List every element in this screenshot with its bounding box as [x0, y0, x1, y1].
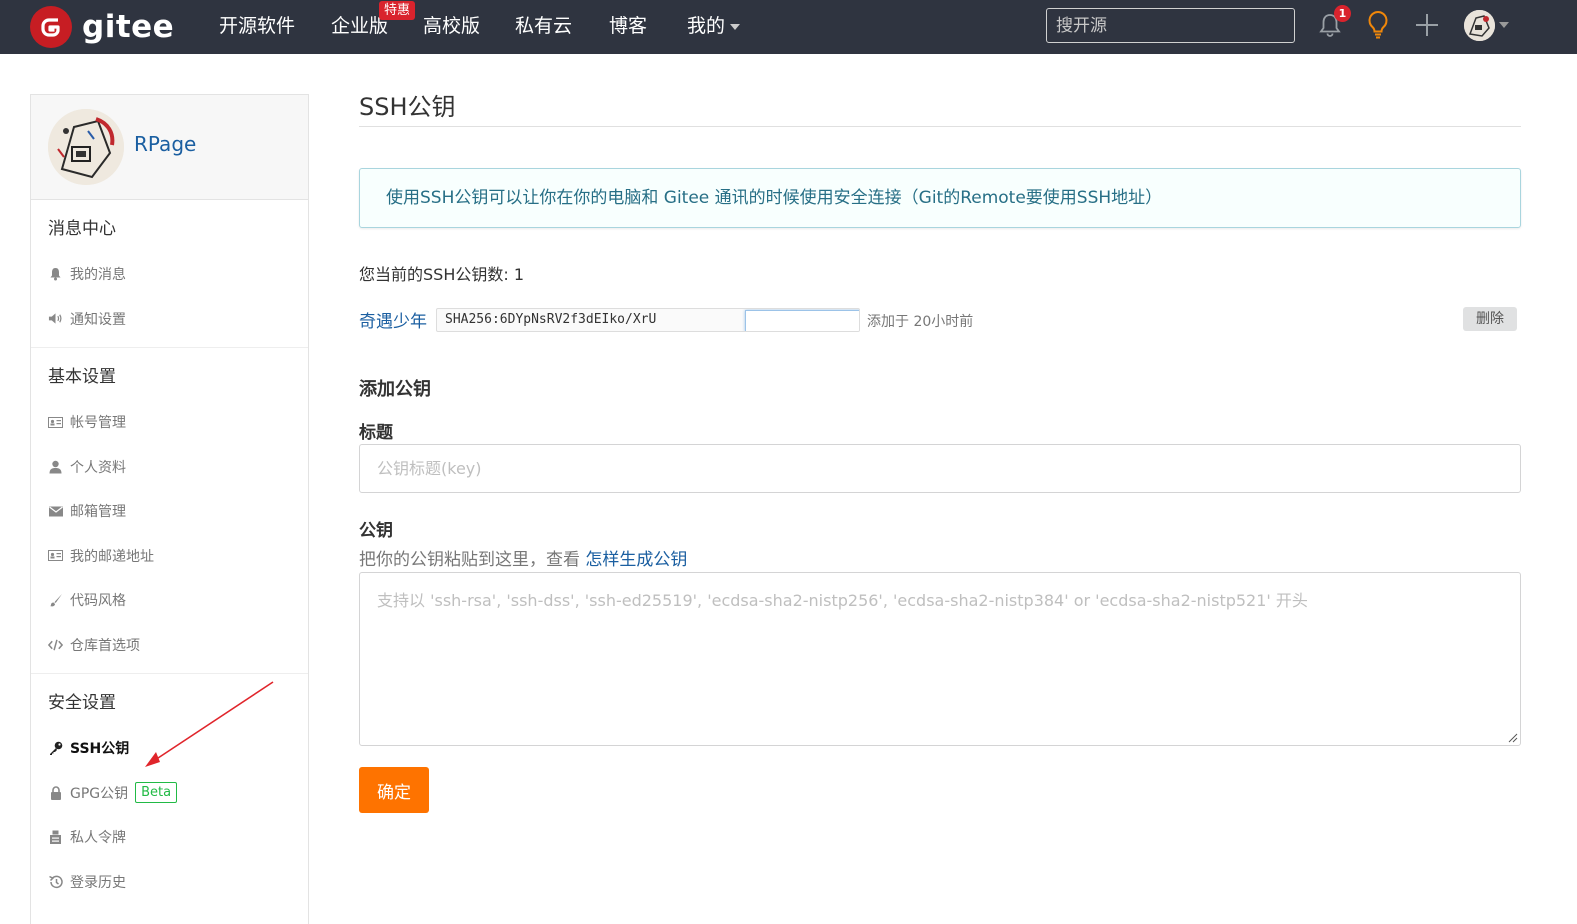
- sidebar-section-title: 安全设置: [48, 693, 116, 713]
- sidebar-item-label: 我的邮递地址: [70, 548, 154, 565]
- how-to-generate-key-link[interactable]: 怎样生成公钥: [585, 550, 687, 570]
- sidebar-item-mailing-address[interactable]: 我的邮递地址: [31, 534, 308, 579]
- key-field-label: 公钥: [359, 521, 393, 541]
- sidebar-item-ssh-keys[interactable]: SSH公钥: [31, 726, 308, 771]
- user-avatar[interactable]: [1464, 10, 1495, 41]
- sidebar-item-notification-settings[interactable]: 通知设置: [31, 297, 308, 342]
- nav-mine-label: 我的: [687, 15, 726, 37]
- sidebar-item-account[interactable]: 帐号管理: [31, 400, 308, 445]
- profile-avatar[interactable]: [48, 109, 124, 185]
- sidebar-item-gpg-keys[interactable]: GPG公钥 Beta: [31, 771, 308, 816]
- sidebar-item-label: 个人资料: [70, 459, 126, 476]
- ssh-info-message: 使用SSH公钥可以让你在你的电脑和 Gitee 通讯的时候使用安全连接（Git的…: [359, 168, 1521, 228]
- caret-down-icon: [730, 23, 741, 30]
- add-key-heading: 添加公钥: [359, 379, 431, 400]
- nav-private-cloud[interactable]: 私有云: [515, 14, 572, 38]
- hint-text: 把你的公钥粘贴到这里，查看: [359, 550, 586, 570]
- nav-blog[interactable]: 博客: [609, 14, 647, 38]
- sidebar-section-title: 消息中心: [48, 219, 116, 239]
- code-icon: [48, 637, 63, 652]
- sidebar-item-label: 我的消息: [70, 267, 126, 284]
- user-icon: [48, 459, 63, 474]
- key-icon: [48, 741, 63, 756]
- ssh-key-title[interactable]: 奇遇少年: [359, 307, 427, 332]
- lightbulb-icon[interactable]: [1366, 10, 1390, 40]
- sidebar-section-messages: 消息中心 我的消息 通知设置: [31, 200, 308, 348]
- ssh-key-row: 奇遇少年 SHA256:6DYpNsRV2f3dEIko/XrU 添加于 20小…: [359, 306, 1521, 334]
- sidebar-item-email[interactable]: 邮箱管理: [31, 489, 308, 534]
- caret-down-icon[interactable]: [1499, 22, 1509, 28]
- fingerprint-text: SHA256:6DYpNsRV2f3dEIko/XrU: [445, 312, 657, 327]
- sidebar-item-private-tokens[interactable]: 私人令牌: [31, 815, 308, 860]
- sidebar-section-security: 安全设置 SSH公钥 GPG公钥 Beta 私人令牌 登录历史: [31, 674, 308, 910]
- lock-icon: [48, 785, 63, 800]
- notification-count-badge: 1: [1334, 5, 1351, 22]
- sidebar-item-repo-preferences[interactable]: 仓库首选项: [31, 623, 308, 668]
- sidebar-item-login-history[interactable]: 登录历史: [31, 860, 308, 905]
- envelope-icon: [48, 504, 63, 519]
- sidebar-item-label: 通知设置: [70, 311, 126, 328]
- title-field-label: 标题: [359, 423, 393, 443]
- sidebar-item-label: GPG公钥: [70, 785, 129, 802]
- fingerprint-redaction: [745, 310, 859, 331]
- sidebar-section-basic: 基本设置 帐号管理 个人资料 邮箱管理 我的邮递地址 代码风格 仓库首选项: [31, 348, 308, 674]
- id-card-icon: [48, 415, 63, 430]
- sidebar-item-code-style[interactable]: 代码风格: [31, 578, 308, 623]
- ssh-key-fingerprint[interactable]: SHA256:6DYpNsRV2f3dEIko/XrU: [436, 308, 860, 332]
- sidebar-item-profile[interactable]: 个人资料: [31, 445, 308, 490]
- search-input[interactable]: [1046, 8, 1295, 43]
- gitee-logo-icon: [30, 6, 72, 48]
- delete-key-button[interactable]: 删除: [1463, 307, 1517, 331]
- nav-open-source[interactable]: 开源软件: [219, 14, 295, 38]
- key-field-hint: 把你的公钥粘贴到这里，查看 怎样生成公钥: [359, 545, 687, 570]
- ssh-key-added-time: 添加于 20小时前: [867, 314, 974, 330]
- logo-text: gitee: [82, 9, 175, 45]
- public-key-textarea[interactable]: [359, 572, 1521, 746]
- submit-button[interactable]: 确定: [359, 767, 429, 813]
- sidebar-item-label: 登录历史: [70, 874, 126, 891]
- sidebar-item-label: 仓库首选项: [70, 637, 140, 654]
- resize-handle-icon[interactable]: [1507, 732, 1518, 743]
- sidebar-item-my-messages[interactable]: 我的消息: [31, 252, 308, 297]
- gitee-logo[interactable]: gitee: [30, 5, 174, 49]
- sidebar-item-label: 帐号管理: [70, 415, 126, 432]
- top-navbar: gitee 开源软件 企业版 特惠 高校版 私有云 博客 我的 1: [0, 0, 1577, 54]
- settings-sidebar: RPage 消息中心 我的消息 通知设置 基本设置 帐号管理 个人资料 邮箱管理: [30, 94, 309, 924]
- beta-badge: Beta: [135, 782, 178, 804]
- sidebar-item-label: 私人令牌: [70, 830, 126, 847]
- token-icon: [48, 830, 63, 845]
- address-card-icon: [48, 548, 63, 563]
- title-divider: [359, 126, 1521, 127]
- history-icon: [48, 874, 63, 889]
- key-title-input[interactable]: [359, 444, 1521, 493]
- brush-icon: [48, 593, 63, 608]
- bell-icon: [48, 267, 63, 282]
- speaker-icon: [48, 311, 63, 326]
- page-title: SSH公钥: [359, 93, 456, 121]
- sidebar-item-label: SSH公钥: [70, 741, 130, 758]
- nav-education[interactable]: 高校版: [423, 14, 480, 38]
- enterprise-promo-badge: 特惠: [379, 1, 416, 20]
- sidebar-item-label: 代码风格: [70, 593, 126, 610]
- nav-mine-dropdown[interactable]: 我的: [687, 14, 741, 38]
- sidebar-item-label: 邮箱管理: [70, 504, 126, 521]
- plus-icon[interactable]: [1414, 12, 1440, 38]
- ssh-key-count: 您当前的SSH公钥数: 1: [359, 265, 525, 284]
- profile-username[interactable]: RPage: [134, 132, 196, 156]
- sidebar-section-title: 基本设置: [48, 367, 116, 387]
- sidebar-profile: RPage: [31, 95, 308, 200]
